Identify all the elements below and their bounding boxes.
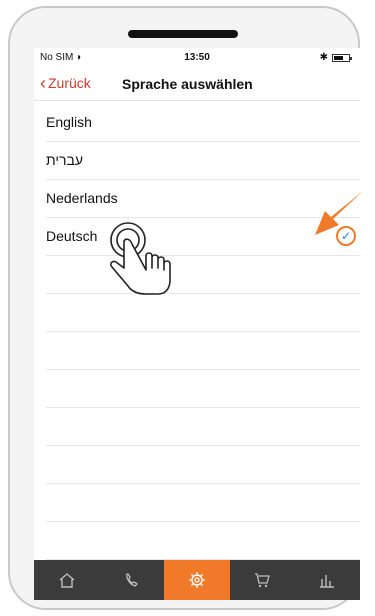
tab-home[interactable]	[34, 560, 99, 600]
back-label: Zurück	[48, 75, 91, 91]
back-button[interactable]: ‹ Zurück	[40, 73, 91, 93]
empty-row	[46, 408, 360, 446]
tab-calls[interactable]	[99, 560, 164, 600]
screen: No SIM ◗ 13:50 ✱ ‹ Zurück Sprache auswäh…	[34, 48, 360, 600]
empty-row	[46, 484, 360, 522]
tab-statistics[interactable]	[295, 560, 360, 600]
empty-row	[46, 256, 360, 294]
list-item-hebrew[interactable]: עברית	[46, 142, 360, 180]
list-item-label: Deutsch	[46, 228, 98, 244]
tab-bar	[34, 560, 360, 600]
gear-icon	[189, 572, 205, 588]
cart-icon	[255, 573, 271, 588]
status-right: ✱	[319, 52, 352, 63]
language-list: English עברית Nederlands Deutsch ✓	[34, 104, 360, 560]
list-item-label: English	[46, 114, 92, 130]
phone-speaker	[128, 30, 238, 38]
navigation-bar: ‹ Zurück Sprache auswählen	[34, 68, 360, 101]
tab-cart[interactable]	[230, 560, 295, 600]
chevron-left-icon: ‹	[40, 73, 46, 93]
page-title: Sprache auswählen	[122, 76, 253, 92]
list-item-label: Nederlands	[46, 190, 118, 206]
empty-row	[46, 522, 360, 560]
phone-frame: No SIM ◗ 13:50 ✱ ‹ Zurück Sprache auswäh…	[8, 6, 360, 610]
empty-row	[46, 370, 360, 408]
empty-row	[46, 332, 360, 370]
list-item-label: עברית	[46, 152, 84, 168]
empty-row	[46, 294, 360, 332]
list-item-english[interactable]: English	[46, 104, 360, 142]
clock: 13:50	[184, 52, 210, 63]
status-bar: No SIM ◗ 13:50 ✱	[34, 48, 360, 68]
chart-icon	[320, 575, 335, 588]
battery-icon	[332, 53, 352, 62]
pointer-arrow-icon	[315, 191, 363, 235]
home-icon	[59, 573, 75, 588]
tap-gesture-icon	[109, 222, 171, 295]
empty-row	[46, 446, 360, 484]
phone-icon	[125, 573, 138, 587]
bluetooth-icon: ✱	[319, 52, 328, 63]
tab-settings[interactable]	[164, 560, 230, 600]
